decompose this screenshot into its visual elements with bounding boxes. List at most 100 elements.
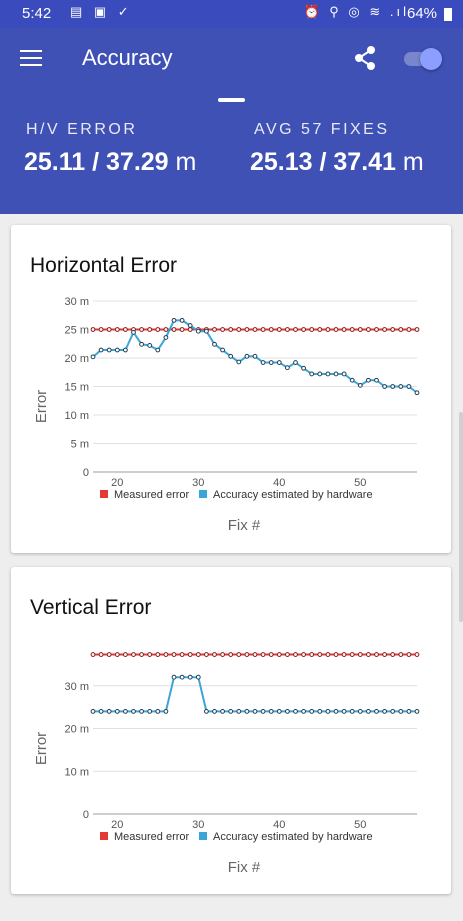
drag-handle[interactable] bbox=[218, 98, 245, 102]
x-tick-label: 30 bbox=[192, 819, 204, 831]
data-point bbox=[301, 365, 307, 371]
data-point bbox=[244, 709, 250, 714]
data-point bbox=[390, 709, 396, 714]
data-point bbox=[333, 652, 339, 657]
data-point bbox=[301, 709, 307, 714]
y-tick-label: 10 m bbox=[65, 766, 89, 778]
y-tick-label: 0 bbox=[83, 467, 89, 479]
x-tick-label: 40 bbox=[273, 477, 285, 489]
data-point bbox=[366, 652, 371, 657]
data-point bbox=[293, 652, 298, 657]
data-point bbox=[163, 709, 169, 714]
data-point bbox=[98, 327, 104, 332]
x-tick-label: 50 bbox=[354, 477, 366, 489]
data-point bbox=[317, 652, 323, 657]
data-point bbox=[260, 360, 266, 365]
data-point bbox=[341, 709, 347, 714]
data-point bbox=[228, 353, 234, 359]
data-point bbox=[301, 652, 307, 657]
data-point bbox=[114, 347, 120, 353]
data-point bbox=[398, 327, 404, 332]
tracking-toggle[interactable] bbox=[404, 48, 442, 70]
y-axis-label: Error bbox=[33, 732, 50, 765]
data-point bbox=[333, 327, 339, 332]
data-point bbox=[195, 652, 201, 657]
notification-icons: ▤ ▣ ✓ bbox=[70, 4, 133, 19]
data-point bbox=[244, 353, 250, 359]
hv-error-value: 25.11 / 37.29 m bbox=[24, 148, 196, 177]
horizontal-error-chart: 0 5 m 10 m 15 m 20 m 25 m 30 m 20 30 40 50 Error Fix… bbox=[33, 296, 420, 534]
data-point bbox=[220, 347, 226, 353]
data-point bbox=[220, 709, 226, 714]
menu-icon[interactable] bbox=[20, 50, 42, 66]
data-point bbox=[374, 652, 379, 657]
x-tick-label: 30 bbox=[192, 477, 204, 489]
data-point bbox=[179, 327, 185, 332]
legend-label-estimated: Accuracy estimated by hardware bbox=[213, 831, 373, 843]
data-point bbox=[276, 709, 282, 714]
hv-error-label: H/V ERROR bbox=[26, 121, 138, 138]
data-point bbox=[398, 652, 404, 657]
data-point bbox=[252, 652, 258, 657]
data-point bbox=[163, 335, 169, 340]
data-point bbox=[325, 709, 331, 714]
y-tick-label: 25 m bbox=[65, 325, 89, 337]
data-point bbox=[406, 652, 412, 657]
horizontal-error-card: Horizontal Error 05 m 10 m 15 m 20 m 25 m 30 … bbox=[11, 225, 451, 553]
data-point bbox=[260, 327, 266, 332]
legend-swatch-estimated bbox=[199, 832, 207, 840]
data-point bbox=[228, 709, 234, 714]
avg-fixes-number: 25.13 / 37.41 bbox=[250, 148, 396, 176]
data-point bbox=[374, 377, 379, 383]
data-point bbox=[366, 709, 371, 714]
data-point bbox=[220, 652, 226, 657]
data-point bbox=[414, 652, 420, 657]
data-point bbox=[195, 674, 201, 680]
data-point bbox=[236, 652, 242, 657]
y-tick-label: 5 m bbox=[71, 439, 89, 451]
vertical-error-card: Vertical Error 0 10 m 20 m 30 m 20 30 40 50 Erro… bbox=[11, 567, 451, 894]
data-point bbox=[236, 709, 242, 714]
data-point bbox=[244, 327, 250, 332]
data-point bbox=[260, 652, 266, 657]
scrollbar[interactable] bbox=[459, 412, 463, 622]
data-point bbox=[131, 329, 136, 335]
data-point bbox=[147, 709, 153, 714]
data-point bbox=[147, 327, 153, 332]
data-point bbox=[293, 709, 298, 714]
data-point bbox=[114, 327, 120, 332]
data-point bbox=[382, 709, 388, 714]
legend-label-measured: Measured error bbox=[114, 489, 190, 501]
data-point bbox=[252, 353, 258, 359]
avg-fixes-label: AVG 57 FIXES bbox=[254, 121, 390, 138]
data-point bbox=[252, 709, 258, 714]
data-point bbox=[285, 709, 290, 714]
data-point bbox=[276, 360, 282, 365]
data-point bbox=[155, 652, 161, 657]
data-point bbox=[301, 327, 307, 332]
data-point bbox=[147, 343, 153, 348]
data-point bbox=[131, 652, 136, 657]
data-point bbox=[285, 652, 290, 657]
status-bar: 5:42 ▤ ▣ ✓ ⏰ ⚲ ◎ ≋ .ıl 64% bbox=[0, 0, 463, 28]
x-axis-label: Fix # bbox=[228, 859, 261, 876]
data-point bbox=[382, 384, 388, 389]
share-icon[interactable] bbox=[351, 44, 379, 72]
data-point bbox=[90, 327, 96, 332]
data-point bbox=[357, 652, 363, 657]
data-point bbox=[123, 347, 128, 353]
data-point bbox=[260, 709, 266, 714]
data-point bbox=[268, 652, 274, 657]
data-point bbox=[309, 652, 315, 657]
data-point bbox=[268, 360, 274, 365]
data-point bbox=[98, 347, 104, 353]
data-point bbox=[155, 709, 161, 714]
data-point bbox=[382, 327, 388, 332]
data-point bbox=[204, 652, 209, 657]
data-point bbox=[285, 327, 290, 332]
data-point bbox=[293, 327, 298, 332]
data-point bbox=[179, 317, 185, 323]
data-point bbox=[90, 709, 96, 714]
data-point bbox=[139, 652, 145, 657]
data-point bbox=[276, 652, 282, 657]
